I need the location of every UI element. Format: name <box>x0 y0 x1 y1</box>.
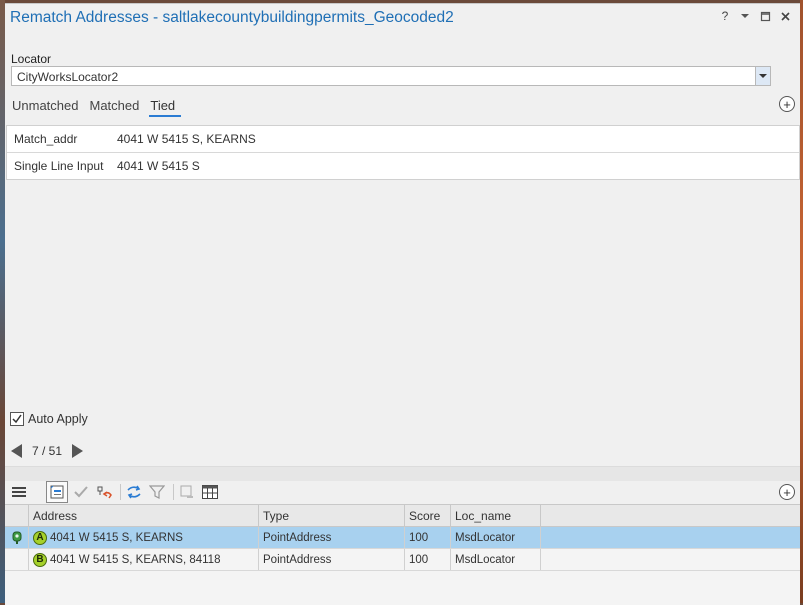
candidate-marker: B <box>33 552 47 567</box>
matched-candidate-indicator <box>5 527 29 548</box>
restore-icon <box>760 11 770 21</box>
column-header-address[interactable]: Address <box>29 505 259 526</box>
candidate-address: A 4041 W 5415 S, KEARNS <box>29 527 259 548</box>
attribute-key: Match_addr <box>14 132 78 146</box>
checkmark-icon <box>12 414 22 424</box>
filter-button[interactable] <box>147 482 167 502</box>
tab-matched[interactable]: Matched <box>88 98 145 117</box>
splitter[interactable] <box>5 466 800 481</box>
unmatch-button[interactable] <box>94 482 114 502</box>
candidates-grid: Address Type Score Loc_name A 4041 W 541… <box>5 504 800 605</box>
candidates-toolbar <box>5 480 800 504</box>
plus-icon: + <box>783 96 791 112</box>
table-select-icon <box>50 485 64 499</box>
match-button[interactable] <box>71 482 91 502</box>
filter-icon <box>149 485 165 499</box>
plus-icon: + <box>783 484 791 500</box>
zoom-to-button[interactable] <box>177 482 197 502</box>
attribute-value[interactable]: 4041 W 5415 S <box>117 159 200 173</box>
candidate-tabs: Unmatched Matched Tied <box>11 98 185 117</box>
zoom-to-candidate-icon <box>180 485 193 498</box>
candidate-loc-name: MsdLocator <box>451 549 541 570</box>
locator-value: CityWorksLocator2 <box>17 70 119 84</box>
check-icon <box>74 486 88 498</box>
toolbar-separator <box>173 484 174 500</box>
show-selected-button[interactable] <box>46 481 68 503</box>
menu-button[interactable] <box>9 482 29 502</box>
restore-button[interactable] <box>758 9 772 23</box>
help-button[interactable]: ? <box>718 9 732 23</box>
candidate-row-indicator <box>5 549 29 570</box>
candidate-score: 100 <box>405 549 451 570</box>
candidate-row[interactable]: A 4041 W 5415 S, KEARNS PointAddress 100… <box>5 527 800 549</box>
candidate-type: PointAddress <box>259 549 405 570</box>
candidate-loc-name: MsdLocator <box>451 527 541 548</box>
window-controls: ? <box>718 9 792 23</box>
record-attributes: Match_addr 4041 W 5415 S, KEARNS Single … <box>6 125 800 180</box>
auto-apply-label: Auto Apply <box>28 412 88 426</box>
undo-match-icon <box>97 486 112 499</box>
rematch-addresses-pane: Rematch Addresses - saltlakecountybuildi… <box>5 3 800 605</box>
auto-apply-checkbox[interactable] <box>10 412 24 426</box>
candidate-address-text: 4041 W 5415 S, KEARNS <box>50 531 183 544</box>
map-pin-icon <box>12 531 21 544</box>
toolbar-separator <box>120 484 121 500</box>
attribute-value: 4041 W 5415 S, KEARNS <box>117 132 256 146</box>
pane-title: Rematch Addresses - saltlakecountybuildi… <box>10 9 454 26</box>
refresh-button[interactable] <box>124 482 144 502</box>
options-dropdown-button[interactable] <box>738 9 752 23</box>
locator-dropdown-button[interactable] <box>755 67 770 85</box>
attribute-row: Match_addr 4041 W 5415 S, KEARNS <box>7 126 799 153</box>
locator-dropdown[interactable]: CityWorksLocator2 <box>11 66 771 86</box>
candidate-marker: A <box>33 530 47 545</box>
column-header-type[interactable]: Type <box>259 505 405 526</box>
close-icon <box>780 11 790 21</box>
tab-tied[interactable]: Tied <box>149 98 182 117</box>
record-position: 7 / 51 <box>32 444 63 458</box>
next-record-button[interactable] <box>72 444 84 458</box>
candidate-row[interactable]: B 4041 W 5415 S, KEARNS, 84118 PointAddr… <box>5 549 800 571</box>
locator-label: Locator <box>11 52 52 66</box>
add-candidate-column-button[interactable]: + <box>779 484 795 500</box>
column-header-score[interactable]: Score <box>405 505 451 526</box>
candidate-type: PointAddress <box>259 527 405 548</box>
refresh-icon <box>127 485 141 499</box>
tab-unmatched[interactable]: Unmatched <box>11 98 84 117</box>
chevron-down-icon <box>741 14 749 18</box>
previous-record-button[interactable] <box>11 444 22 458</box>
table-view-button[interactable] <box>200 482 220 502</box>
attribute-key: Single Line Input <box>14 159 104 173</box>
grid-header: Address Type Score Loc_name <box>5 505 800 527</box>
auto-apply-option[interactable]: Auto Apply <box>10 412 88 426</box>
candidate-address: B 4041 W 5415 S, KEARNS, 84118 <box>29 549 259 570</box>
chevron-down-icon <box>759 74 767 78</box>
column-header-loc-name[interactable]: Loc_name <box>451 505 541 526</box>
hamburger-menu-icon <box>12 487 26 497</box>
attribute-row: Single Line Input 4041 W 5415 S <box>7 153 799 179</box>
candidate-score: 100 <box>405 527 451 548</box>
candidate-address-text: 4041 W 5415 S, KEARNS, 84118 <box>50 553 221 566</box>
record-pager: 7 / 51 <box>11 444 84 458</box>
add-field-button[interactable]: + <box>779 96 795 112</box>
close-button[interactable] <box>778 9 792 23</box>
grid-header-marker <box>5 505 29 526</box>
table-icon <box>202 485 218 499</box>
